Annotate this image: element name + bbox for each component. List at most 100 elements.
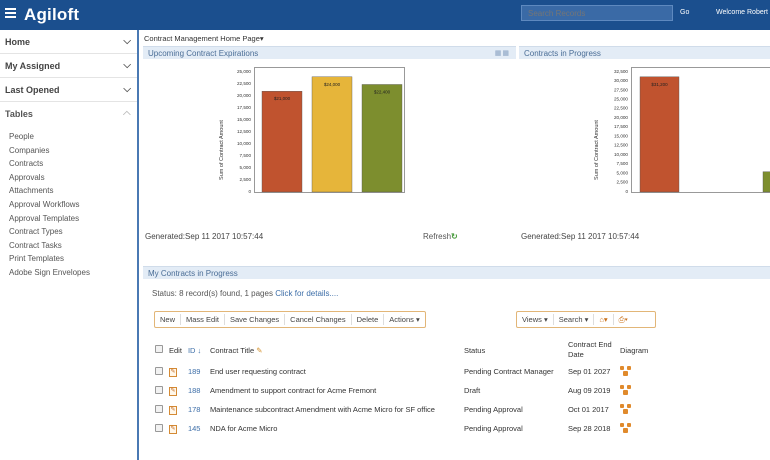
- sidebar-item-approval-templates[interactable]: Approval Templates: [9, 212, 137, 226]
- sidebar-section-last-opened[interactable]: Last Opened ⌵: [0, 78, 137, 102]
- go-button[interactable]: Go: [680, 9, 689, 16]
- edit-icon[interactable]: ✎: [169, 368, 177, 377]
- chevron-down-icon[interactable]: ⌵: [123, 60, 131, 71]
- save-changes-button[interactable]: Save Changes: [225, 314, 286, 325]
- sidebar-item-approvals[interactable]: Approvals: [9, 171, 137, 185]
- row-id[interactable]: 189: [185, 362, 207, 381]
- y-tick-label: 2,500: [240, 177, 252, 182]
- row-checkbox[interactable]: [155, 423, 163, 432]
- edit-icon[interactable]: ✎: [169, 406, 177, 415]
- sidebar-section-tables[interactable]: Tables ⌵: [0, 102, 137, 126]
- action-toolbar: New Mass Edit Save Changes Cancel Change…: [154, 311, 426, 328]
- y-axis-label: Sum of Contract Amount: [594, 120, 600, 180]
- y-tick-label: 25,000: [614, 96, 628, 101]
- chevron-down-icon[interactable]: ⌵: [123, 36, 131, 47]
- column-header-end-date[interactable]: Contract End Date: [565, 338, 617, 362]
- workflow-diagram-icon[interactable]: [619, 403, 631, 414]
- y-tick-label: 15,000: [237, 117, 251, 122]
- chevron-up-icon[interactable]: ⌵: [123, 108, 131, 119]
- app-logo[interactable]: Agiloft: [24, 5, 79, 25]
- row-title: Maintenance subcontract Amendment with A…: [209, 405, 435, 414]
- sidebar-item-contract-types[interactable]: Contract Types: [9, 225, 137, 239]
- y-tick-label: 7,500: [240, 153, 252, 158]
- select-all-checkbox[interactable]: [155, 345, 163, 353]
- row-status: Pending Approval: [463, 405, 523, 414]
- y-tick-label: 27,500: [614, 87, 628, 92]
- global-search-input[interactable]: [521, 5, 673, 21]
- y-tick-label: 22,500: [614, 106, 628, 111]
- workflow-diagram-icon[interactable]: [619, 384, 631, 395]
- sidebar-section-my-assigned[interactable]: My Assigned ⌵: [0, 54, 137, 78]
- welcome-user-menu[interactable]: Welcome Robert: [716, 9, 768, 16]
- chart-axes-expirations: 0 2,500 5,000 7,500 10,000 12,500 15,000 17,500…: [219, 69, 252, 194]
- row-end-date: Aug 09 2019: [567, 386, 611, 395]
- workflow-diagram-icon[interactable]: [619, 422, 631, 433]
- view-toolbar: Views ▾ Search ▾ ⌂▾ ⎙▾: [516, 311, 656, 328]
- hamburger-menu-icon[interactable]: [5, 8, 16, 18]
- panel-title: Upcoming Contract Expirations: [148, 49, 259, 58]
- sidebar-section-label: Tables: [5, 109, 33, 119]
- panel-title: Contracts in Progress: [524, 49, 601, 58]
- views-dropdown[interactable]: Views ▾: [517, 314, 554, 325]
- home-dropdown-icon[interactable]: ⌂▾: [594, 314, 614, 325]
- y-tick-label: 5,000: [240, 165, 252, 170]
- column-header-title[interactable]: Contract Title ✎: [207, 338, 461, 362]
- y-tick-label: 32,500: [614, 69, 628, 74]
- y-tick-label: 0: [248, 189, 251, 194]
- status-text: Status: 8 record(s) found, 1 pages: [152, 289, 273, 298]
- row-checkbox[interactable]: [155, 366, 163, 375]
- sidebar-item-approval-workflows[interactable]: Approval Workflows: [9, 198, 137, 212]
- generated-timestamp: Generated:Sep 11 2017 10:57:44: [521, 232, 640, 241]
- table-row[interactable]: ✎ 178 Maintenance subcontract Amendment …: [152, 400, 653, 419]
- search-dropdown[interactable]: Search ▾: [554, 314, 595, 325]
- mass-edit-button[interactable]: Mass Edit: [181, 314, 225, 325]
- chevron-down-icon[interactable]: ⌵: [123, 84, 131, 95]
- sidebar-item-people[interactable]: People: [9, 130, 137, 144]
- actions-dropdown[interactable]: Actions ▾: [384, 314, 424, 325]
- row-checkbox[interactable]: [155, 404, 163, 413]
- cancel-changes-button[interactable]: Cancel Changes: [285, 314, 352, 325]
- sidebar-item-attachments[interactable]: Attachments: [9, 184, 137, 198]
- print-dropdown-icon[interactable]: ⎙▾: [614, 314, 633, 325]
- y-tick-label: 10,000: [237, 141, 251, 146]
- table-header-row: Edit ID ↓ Contract Title ✎ Status Contra…: [152, 338, 653, 362]
- y-tick-label: 0: [625, 189, 628, 194]
- row-status: Pending Contract Manager: [463, 367, 554, 376]
- row-title: Amendment to support contract for Acme F…: [209, 386, 377, 395]
- record-status: Status: 8 record(s) found, 1 pages Click…: [152, 289, 338, 298]
- column-header-id[interactable]: ID ↓: [185, 338, 207, 362]
- panel-header-upcoming-expirations: Upcoming Contract Expirations ▦▦: [143, 46, 516, 59]
- table-row[interactable]: ✎ 145 NDA for Acme Micro Pending Approva…: [152, 419, 653, 438]
- sidebar-item-print-templates[interactable]: Print Templates: [9, 252, 137, 266]
- sidebar-item-adobe-sign-envelopes[interactable]: Adobe Sign Envelopes: [9, 266, 137, 280]
- main-content: Contract Management Home Page▾ Upcoming …: [141, 30, 770, 460]
- y-tick-label: 25,000: [237, 69, 251, 74]
- sidebar-item-contracts[interactable]: Contracts: [9, 157, 137, 171]
- row-id[interactable]: 188: [185, 381, 207, 400]
- panel-settings-icon[interactable]: ▦▦: [495, 49, 510, 57]
- table-row[interactable]: ✎ 188 Amendment to support contract for …: [152, 381, 653, 400]
- y-tick-label: 22,500: [237, 81, 251, 86]
- row-end-date: Sep 28 2018: [567, 424, 611, 433]
- workflow-diagram-icon[interactable]: [619, 365, 631, 376]
- sidebar-section-label: Home: [5, 37, 31, 47]
- row-id[interactable]: 178: [185, 400, 207, 419]
- sidebar-item-contract-tasks[interactable]: Contract Tasks: [9, 239, 137, 253]
- row-title: NDA for Acme Micro: [209, 424, 278, 433]
- y-tick-label: 5,000: [617, 170, 629, 175]
- page-title-dropdown[interactable]: Contract Management Home Page▾: [144, 34, 264, 43]
- sidebar-section-home[interactable]: Home ⌵: [0, 30, 137, 54]
- column-header-status[interactable]: Status: [461, 338, 565, 362]
- delete-button[interactable]: Delete: [352, 314, 385, 325]
- row-id[interactable]: 145: [185, 419, 207, 438]
- table-row[interactable]: ✎ 189 End user requesting contract Pendi…: [152, 362, 653, 381]
- edit-icon[interactable]: ✎: [169, 387, 177, 396]
- refresh-button[interactable]: Refresh↻: [423, 232, 458, 241]
- details-link[interactable]: Click for details....: [275, 289, 338, 298]
- new-button[interactable]: New: [155, 314, 182, 325]
- panel-header-my-contracts: My Contracts in Progress: [143, 266, 770, 279]
- row-checkbox[interactable]: [155, 385, 163, 394]
- edit-icon[interactable]: ✎: [169, 425, 177, 434]
- y-tick-label: 7,500: [617, 161, 629, 166]
- sidebar-item-companies[interactable]: Companies: [9, 144, 137, 158]
